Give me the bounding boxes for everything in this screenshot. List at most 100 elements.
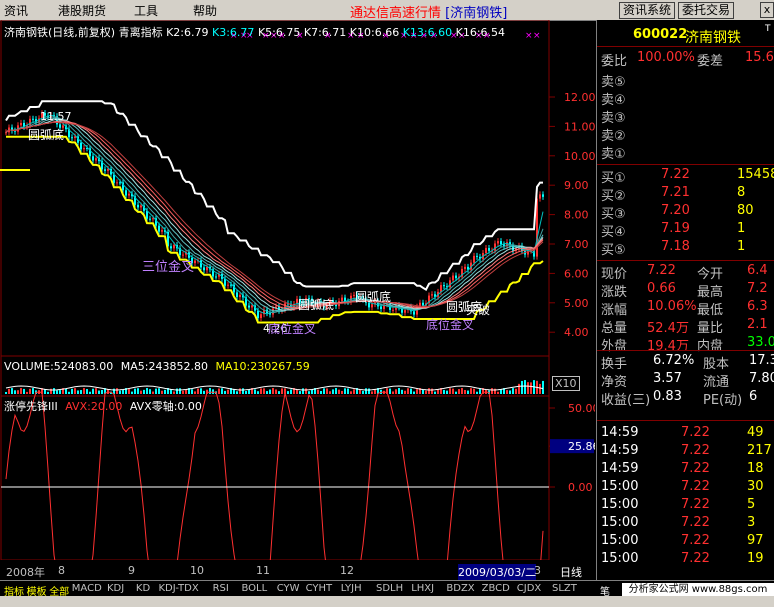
indicator-tab[interactable]: LHXJ [411,583,434,594]
indicator-tab[interactable]: RSI [213,583,229,594]
menu-item-hk-futures[interactable]: 港股期货 [58,2,106,19]
sell-label: 卖③ [601,111,626,126]
period-label[interactable]: 日线 [560,564,582,580]
pattern-label: 圆弧底 [298,298,335,312]
k10-value: K10:6.66 [349,26,400,39]
stat-value: 7.22 [647,263,676,278]
indicator-tab[interactable]: SDLH [376,583,403,594]
date-label: 9 [128,564,135,577]
stock-name: 济南钢铁 [685,30,741,46]
price-tick: 9.00 [564,179,589,192]
price-tick: 10.00 [564,150,595,163]
stat-value: 10.06% [647,299,697,314]
indicator-tab[interactable]: BDZX [446,583,474,594]
quote-row: 总量 52.4万 量比 2.1 [597,317,774,336]
stat-value: 2.1 [747,317,768,332]
stat-value: 0.66 [647,281,676,296]
stat-label: 总量 [601,321,628,336]
fund-label: 换手 [601,357,628,372]
fund-value: 17.3 [749,353,774,368]
quote-panel: 600022 济南钢铁 T 委比 100.00% 委差 15.6 卖⑤ 卖④ 卖③ 卖… [596,20,774,580]
tick-volume: 30 [747,479,764,494]
stat-label: 外盘 [601,339,628,354]
trade-button[interactable]: 委托交易 [678,2,735,19]
buy-volume: 1 [737,221,746,236]
volume-header: VOLUME:524083.00 MA5:243852.80 MA10:2302… [4,360,310,373]
sell-label: 卖④ [601,93,626,108]
t-marker: T [765,24,771,34]
indicator-name: 青离指标 [118,26,163,39]
divider [597,350,774,351]
indicator-tab[interactable]: CYW [277,583,300,594]
k7-value: K7:6.71 [303,26,347,39]
tick-volume: 97 [747,533,764,548]
quote-row: 涨跌 0.66 最高 7.2 [597,281,774,300]
quote-title: 600022 济南钢铁 T [597,24,774,47]
quote-row: 15:00 7.22 5 [597,497,774,515]
fund-value: 0.83 [653,389,682,404]
indicator-tab[interactable]: KDJ [107,583,124,594]
tick-time: 15:00 [601,479,639,494]
date-cursor-label: 2009/03/03/二 [458,564,537,580]
stat-label: 量比 [697,321,724,336]
indicator-tab[interactable]: LYJH [341,583,362,594]
chart-area[interactable]: 12.00 11.00 10.00 9.00 8.00 7.00 6.00 5.00 4.00 … [0,20,595,560]
tick-price: 7.22 [681,443,710,458]
buy-price: 7.19 [661,221,690,236]
menu-item-news[interactable]: 资讯 [4,2,28,19]
avx-value: AVX:20.00 [65,400,123,413]
indicator-tab[interactable]: BOLL [242,583,268,594]
quote-row: 买④ 7.19 1 [597,221,774,240]
quote-row: 现价 7.22 今开 6.4 [597,263,774,282]
price-tick: 11.00 [564,120,595,133]
tick-time: 15:00 [601,551,639,566]
tick-time: 15:00 [601,515,639,530]
sell-label: 卖⑤ [601,75,626,90]
date-label: 11 [256,564,270,577]
high-label: 11.57 [40,110,72,123]
indicator-tab[interactable]: ZBCD [482,583,510,594]
chart-header: 济南钢铁(日线,前复权) 青离指标 K2:6.79 K3:6.77 K5:6.7… [4,24,505,40]
quote-row: 14:59 7.22 217 [597,443,774,461]
k16-value: K16:6.54 [455,26,506,39]
news-system-button[interactable]: 资讯系统 [619,2,676,19]
buy-price: 7.20 [661,203,690,218]
menu-item-help[interactable]: 帮助 [193,2,217,19]
indicator-lines [0,100,544,324]
indicator-tick: 25.86 [568,440,595,453]
indicator-tab[interactable]: KD [136,583,150,594]
fund-label: 流通 [703,375,730,390]
quote-row: 涨幅 10.06% 最低 6.3 [597,299,774,318]
k2-value: K2:6.79 [166,26,209,39]
price-tick: 6.00 [564,267,589,280]
volume-scale: X10 [552,376,580,391]
quote-row: 卖④ [597,89,774,108]
close-icon[interactable]: x [760,2,774,18]
indicator-tab[interactable]: KDJ-TDX [159,583,199,594]
window-title-text: 通达信高速行情 [350,6,442,21]
stat-label: 内盘 [697,339,724,354]
quote-row: 买② 7.21 8 [597,185,774,204]
weicha-value: 15.6 [745,50,774,65]
tick-volume: 5 [747,497,756,512]
pattern-label: 圆弧底 [28,128,65,142]
menu-item-tools[interactable]: 工具 [134,2,158,19]
tick-price: 7.22 [681,551,710,566]
stat-value: 6.3 [747,299,768,314]
indicator-tab[interactable]: CYHT [306,583,333,594]
stat-label: 涨幅 [601,303,628,318]
divider [597,260,774,261]
stat-label: 现价 [601,267,628,282]
buy-volume: 1 [737,239,746,254]
indicator-tab[interactable]: SLZT [552,583,577,594]
buy-volume: 15458 [737,167,774,182]
indicator-axis: 50.0025.860.00-50.00 [1,402,595,494]
tick-volume: 18 [747,461,764,476]
stat-label: 最高 [697,285,724,300]
indicator-tab[interactable]: MACD [72,583,102,594]
stat-label: 涨跌 [601,285,628,300]
indicator-tab[interactable]: CJDX [517,583,541,594]
stat-value: 6.4 [747,263,768,278]
pattern-label: 底位金叉 [426,318,475,332]
tick-price: 7.22 [681,515,710,530]
